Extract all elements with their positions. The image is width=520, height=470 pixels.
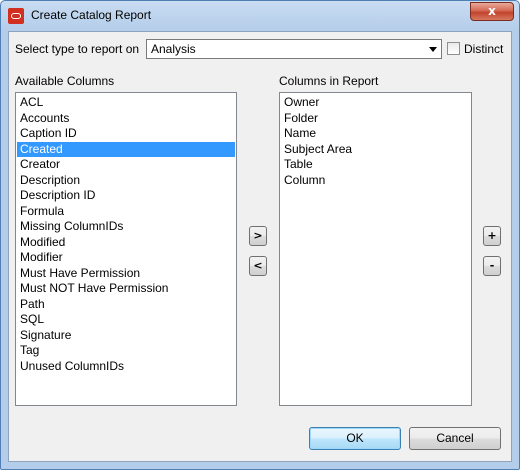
- move-up-button[interactable]: +: [483, 226, 501, 246]
- chevron-down-icon: [425, 40, 441, 58]
- add-column-button[interactable]: >: [249, 226, 267, 246]
- create-catalog-report-dialog: Create Catalog Report x Select type to r…: [0, 0, 520, 470]
- cancel-button[interactable]: Cancel: [409, 427, 501, 450]
- move-down-button[interactable]: -: [483, 256, 501, 276]
- dialog-body: Select type to report on Analysis Distin…: [8, 31, 512, 462]
- columns-in-report-label: Columns in Report: [279, 74, 379, 88]
- ok-button[interactable]: OK: [309, 427, 401, 450]
- distinct-checkbox[interactable]: [447, 42, 460, 55]
- list-item[interactable]: Missing ColumnIDs: [17, 219, 235, 235]
- available-columns-items: ACL Accounts Caption ID Created Creator Descr…: [17, 95, 235, 374]
- list-item[interactable]: Name: [281, 126, 470, 142]
- report-type-select[interactable]: Analysis: [146, 39, 442, 59]
- list-item[interactable]: ACL: [17, 95, 235, 111]
- report-type-value: Analysis: [151, 42, 196, 56]
- columns-in-report-list[interactable]: Owner Folder Name Subject Area Table Column: [279, 92, 472, 406]
- list-item[interactable]: Unused ColumnIDs: [17, 359, 235, 375]
- list-item[interactable]: Description: [17, 173, 235, 189]
- list-item[interactable]: Signature: [17, 328, 235, 344]
- list-item[interactable]: Subject Area: [281, 142, 470, 158]
- list-item[interactable]: Created: [17, 141, 235, 157]
- close-button[interactable]: x: [470, 2, 514, 21]
- list-item[interactable]: Column: [281, 173, 470, 189]
- list-item[interactable]: SQL: [17, 312, 235, 328]
- title-bar[interactable]: Create Catalog Report x: [1, 1, 519, 32]
- distinct-label: Distinct: [464, 42, 504, 56]
- list-item[interactable]: Folder: [281, 111, 470, 127]
- list-item[interactable]: Table: [281, 157, 470, 173]
- columns-in-report-items: Owner Folder Name Subject Area Table Column: [281, 95, 470, 188]
- dialog-title: Create Catalog Report: [31, 8, 152, 22]
- list-item[interactable]: Creator: [17, 157, 235, 173]
- list-item[interactable]: Owner: [281, 95, 470, 111]
- available-columns-label: Available Columns: [15, 74, 115, 88]
- list-item[interactable]: Must Have Permission: [17, 266, 235, 282]
- list-item[interactable]: Path: [17, 297, 235, 313]
- available-columns-list[interactable]: ACL Accounts Caption ID Created Creator Descr…: [15, 92, 237, 406]
- oracle-app-icon: [8, 8, 24, 24]
- list-item[interactable]: Must NOT Have Permission: [17, 281, 235, 297]
- list-item[interactable]: Formula: [17, 204, 235, 220]
- report-type-label: Select type to report on: [15, 42, 140, 56]
- remove-column-button[interactable]: <: [249, 256, 267, 276]
- list-item[interactable]: Tag: [17, 343, 235, 359]
- list-item[interactable]: Modified: [17, 235, 235, 251]
- list-item[interactable]: Caption ID: [17, 126, 235, 142]
- list-item[interactable]: Accounts: [17, 111, 235, 127]
- list-item[interactable]: Description ID: [17, 188, 235, 204]
- list-item[interactable]: Modifier: [17, 250, 235, 266]
